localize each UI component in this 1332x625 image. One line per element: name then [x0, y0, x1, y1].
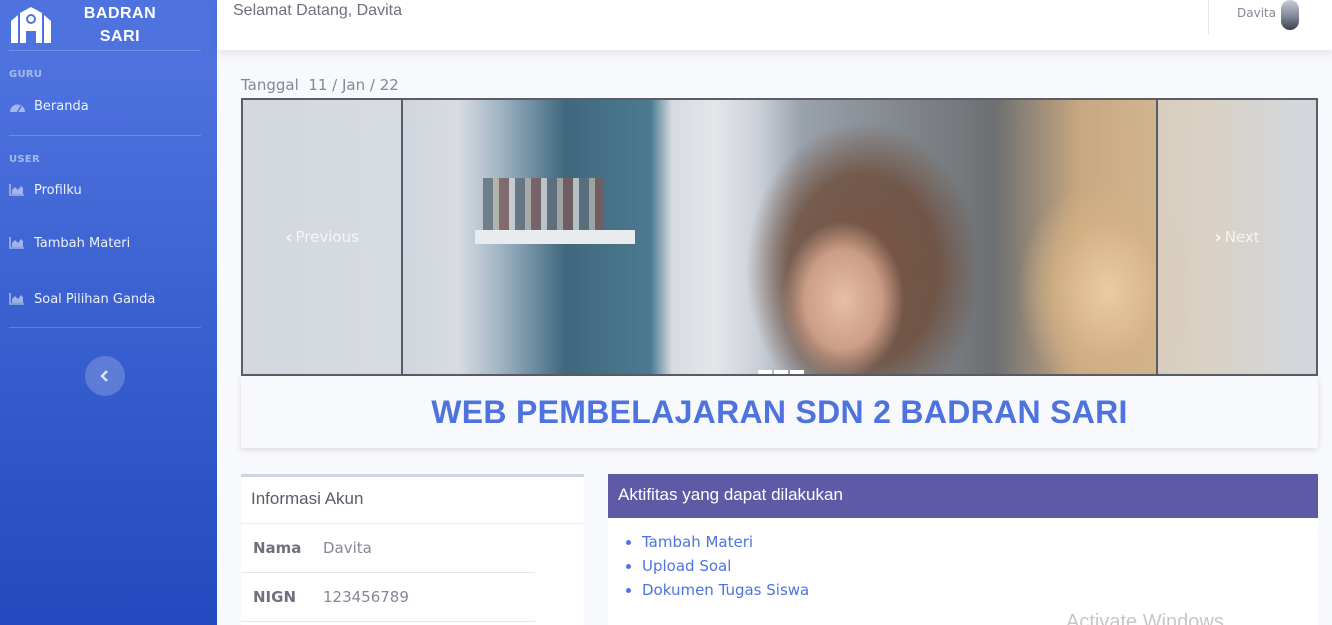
bookshelf-books — [483, 178, 603, 230]
brand-line-1: BADRAN — [83, 5, 157, 22]
brand-name: BADRAN SARI — [80, 2, 160, 48]
account-info-key: Nama — [253, 539, 302, 557]
account-info-value: Davita — [323, 539, 372, 557]
activities-list: Tambah Materi Upload Soal Dokumen Tugas … — [608, 518, 1318, 602]
sidebar-item-label: Soal Pilihan Ganda — [34, 291, 156, 307]
activity-link[interactable]: Dokumen Tugas Siswa — [642, 578, 1318, 602]
school-logo-icon — [11, 7, 51, 43]
sidebar-brand[interactable]: BADRAN SARI — [0, 0, 217, 50]
avatar[interactable] — [1281, 0, 1299, 30]
carousel-prev-button[interactable]: ‹ Previous — [243, 100, 403, 374]
topbar: Selamat Datang, Davita Davita — [217, 0, 1332, 50]
sidebar-item-label: Tambah Materi — [34, 235, 131, 251]
chart-area-icon — [9, 183, 27, 197]
sidebar-heading-user: USER — [9, 154, 41, 165]
sidebar-divider — [9, 50, 201, 51]
account-info-row: Nama Davita — [241, 524, 535, 573]
page-banner: WEB PEMBELAJARAN SDN 2 BADRAN SARI — [241, 376, 1318, 448]
activities-card: Aktifitas yang dapat dilakukan Tambah Ma… — [608, 474, 1318, 625]
bookshelf — [475, 230, 635, 244]
sidebar-item-beranda[interactable]: Beranda — [0, 80, 217, 132]
sidebar-divider — [9, 327, 201, 328]
chevron-right-icon: › — [1214, 226, 1222, 248]
sidebar-item-tambah-materi[interactable]: Tambah Materi — [0, 215, 217, 271]
topbar-divider — [1208, 0, 1209, 34]
date-line: Tanggal 11 / Jan / 22 — [241, 76, 399, 94]
account-info-row: NIGN 123456789 — [241, 573, 535, 622]
account-info-title: Informasi Akun — [241, 477, 584, 524]
sidebar: BADRAN SARI GURU Beranda USER Profilku T… — [0, 0, 217, 625]
carousel-indicators — [758, 370, 804, 374]
sidebar-item-profilku[interactable]: Profilku — [0, 165, 217, 215]
chart-area-icon — [9, 236, 27, 250]
chart-area-icon — [9, 292, 27, 306]
sidebar-toggle-button[interactable] — [85, 356, 125, 396]
sidebar-item-label: Beranda — [34, 98, 89, 114]
carousel-prev-label: Previous — [295, 228, 359, 246]
page-title: WEB PEMBELAJARAN SDN 2 BADRAN SARI — [431, 393, 1128, 430]
account-info-card: Informasi Akun Nama Davita NIGN 12345678… — [241, 474, 584, 625]
activity-link[interactable]: Tambah Materi — [642, 530, 1318, 554]
image-carousel: ‹ Previous › Next — [241, 98, 1318, 376]
account-info-key: NIGN — [253, 588, 297, 606]
account-info-value: 123456789 — [323, 588, 409, 606]
chevron-left-icon: ‹ — [285, 226, 293, 248]
carousel-indicator[interactable] — [758, 370, 772, 374]
date-label: Tanggal — [241, 76, 299, 94]
carousel-next-label: Next — [1224, 228, 1260, 246]
date-value: 11 / Jan / 22 — [308, 76, 399, 94]
welcome-text: Selamat Datang, Davita — [233, 2, 402, 19]
sidebar-heading-guru: GURU — [9, 69, 43, 80]
brand-line-2: SARI — [99, 28, 141, 45]
sidebar-item-soal-pilihan-ganda[interactable]: Soal Pilihan Ganda — [0, 271, 217, 327]
user-name[interactable]: Davita — [1237, 6, 1276, 20]
carousel-indicator[interactable] — [774, 370, 788, 374]
sidebar-divider — [9, 135, 201, 136]
carousel-next-button[interactable]: › Next — [1156, 100, 1316, 374]
chevron-left-icon — [100, 370, 108, 382]
activities-title: Aktifitas yang dapat dilakukan — [608, 474, 1318, 518]
activate-windows-watermark: Activate Windows — [1066, 611, 1224, 625]
activity-link[interactable]: Upload Soal — [642, 554, 1318, 578]
dashboard-icon — [9, 99, 27, 113]
carousel-indicator[interactable] — [790, 370, 804, 374]
sidebar-item-label: Profilku — [34, 182, 82, 198]
